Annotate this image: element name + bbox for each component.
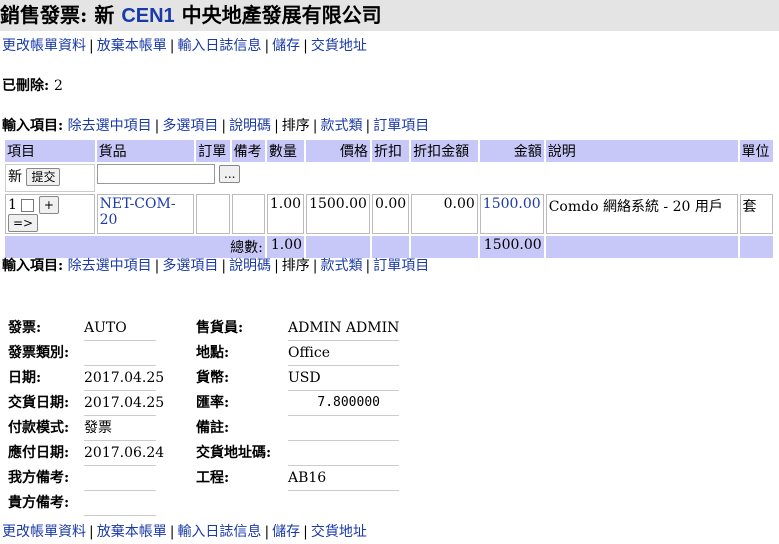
- browse-button[interactable]: ...: [219, 165, 241, 183]
- page-title: 銷售發票: 新 CEN1 中央地產發展有限公司: [0, 0, 779, 31]
- description-code-link[interactable]: 說明碼: [229, 118, 271, 134]
- col-discount: 折扣: [371, 140, 410, 162]
- discount-cell: 0.00: [371, 194, 410, 234]
- nav-discard-bill[interactable]: 放棄本帳單: [97, 38, 167, 54]
- unit-cell: 套: [739, 194, 773, 234]
- note-label: 備註:: [196, 420, 230, 436]
- nav-save[interactable]: 儲存: [272, 38, 300, 54]
- new-label: 新: [8, 169, 22, 185]
- deleted-count: 已刪除: 2: [2, 78, 63, 94]
- invoice-value: AUTO: [84, 316, 156, 341]
- style-type-link[interactable]: 款式類: [321, 258, 363, 274]
- location-label: 地點:: [196, 345, 230, 361]
- product-input[interactable]: [96, 164, 215, 184]
- product-link[interactable]: NET-COM-20: [100, 196, 176, 228]
- date-value[interactable]: 2017.04.25: [84, 366, 164, 391]
- order-items-link[interactable]: 訂單項目: [373, 118, 429, 134]
- invoice-type-value[interactable]: [84, 341, 156, 366]
- row-number: 1: [8, 197, 17, 213]
- date-label: 日期:: [8, 370, 42, 386]
- row-checkbox[interactable]: [21, 198, 35, 212]
- nav-discard-bill[interactable]: 放棄本帳單: [97, 524, 167, 540]
- sort-link[interactable]: 排序: [282, 118, 310, 134]
- col-description: 說明: [545, 140, 738, 162]
- payment-mode-value[interactable]: 發票: [84, 416, 156, 441]
- top-nav: 更改帳單資料 | 放棄本帳單 | 輸入日誌信息 | 儲存 | 交貨地址: [2, 38, 367, 54]
- expand-button[interactable]: +: [38, 196, 59, 214]
- col-remark: 備考: [231, 140, 265, 162]
- move-button[interactable]: =>: [8, 214, 39, 232]
- total-amount: 1500.00: [479, 236, 544, 258]
- salesman-label: 售貨員:: [196, 320, 244, 336]
- col-item: 項目: [5, 140, 95, 162]
- remove-selected-link[interactable]: 除去選中項目: [68, 258, 152, 274]
- our-remark-value[interactable]: [84, 466, 156, 491]
- discount-amount-cell: 0.00: [411, 194, 478, 234]
- payment-mode-label: 付款模式:: [8, 420, 70, 436]
- invoice-label: 發票:: [8, 320, 42, 336]
- salesman-value[interactable]: ADMIN ADMIN: [288, 316, 399, 341]
- delivery-date-value[interactable]: 2017.04.25: [84, 391, 164, 416]
- table-row: 1 + => NET-COM-20 1.00 1500.00 0.00 0.00…: [5, 194, 773, 234]
- input-items-bar-bottom: 輸入項目: 除去選中項目 | 多選項目 | 說明碼 | 排序 | 款式類 | 訂單項目: [2, 258, 430, 274]
- style-type-link[interactable]: 款式類: [321, 118, 363, 134]
- multi-select-link[interactable]: 多選項目: [162, 118, 218, 134]
- location-value[interactable]: Office: [288, 341, 399, 366]
- currency-label: 貨幣:: [196, 370, 230, 386]
- our-remark-label: 我方備考:: [8, 470, 70, 486]
- delivery-code-value[interactable]: [288, 441, 399, 466]
- description-code-link[interactable]: 說明碼: [229, 258, 271, 274]
- delivery-code-label: 交貨地址碼:: [196, 445, 272, 461]
- your-remark-label: 貴方備考:: [8, 495, 70, 511]
- project-value[interactable]: AB16: [288, 466, 399, 491]
- input-items-label: 輸入項目:: [2, 258, 64, 274]
- col-order: 訂單: [196, 140, 230, 162]
- note-value[interactable]: [288, 416, 399, 441]
- currency-value[interactable]: USD: [288, 366, 399, 391]
- col-price: 價格: [306, 140, 370, 162]
- amount-link[interactable]: 1500.00: [483, 196, 541, 212]
- items-table: 項目 貨品 訂單 備考 數量 價格 折扣 折扣金額 金額 說明 單位 新 提交 …: [3, 138, 775, 260]
- qty-cell: 1.00: [266, 194, 305, 234]
- order-items-link[interactable]: 訂單項目: [373, 258, 429, 274]
- nav-delivery-address[interactable]: 交貨地址: [311, 38, 367, 54]
- title-company: 中央地產發展有限公司: [181, 3, 382, 27]
- price-cell: 1500.00: [306, 194, 370, 234]
- submit-button[interactable]: 提交: [26, 168, 61, 186]
- order-cell: [196, 194, 230, 234]
- your-remark-value[interactable]: [84, 491, 156, 516]
- remark-cell: [231, 194, 265, 234]
- description-cell: Comdo 網絡系統 - 20 用戶: [545, 194, 738, 234]
- nav-edit-billing[interactable]: 更改帳單資料: [2, 524, 86, 540]
- project-label: 工程:: [196, 470, 230, 486]
- nav-log-info[interactable]: 輸入日誌信息: [177, 524, 261, 540]
- remove-selected-link[interactable]: 除去選中項目: [68, 118, 152, 134]
- col-unit: 單位: [739, 140, 773, 162]
- bottom-nav: 更改帳單資料 | 放棄本帳單 | 輸入日誌信息 | 儲存 | 交貨地址: [2, 524, 367, 540]
- due-date-value[interactable]: 2017.06.24: [84, 441, 164, 466]
- col-product: 貨品: [96, 140, 195, 162]
- invoice-type-label: 發票類別:: [8, 345, 70, 361]
- col-amount: 金額: [479, 140, 544, 162]
- nav-edit-billing[interactable]: 更改帳單資料: [2, 38, 86, 54]
- input-items-label: 輸入項目:: [2, 118, 64, 134]
- due-date-label: 應付日期:: [8, 445, 70, 461]
- sort-link[interactable]: 排序: [282, 258, 310, 274]
- title-code: CEN1: [121, 5, 175, 27]
- col-qty: 數量: [266, 140, 305, 162]
- input-items-bar-top: 輸入項目: 除去選中項目 | 多選項目 | 說明碼 | 排序 | 款式類 | 訂單項目: [2, 118, 430, 134]
- nav-delivery-address[interactable]: 交貨地址: [311, 524, 367, 540]
- col-discount-amount: 折扣金額: [411, 140, 478, 162]
- delivery-date-label: 交貨日期:: [8, 395, 70, 411]
- nav-save[interactable]: 儲存: [272, 524, 300, 540]
- table-header: 項目 貨品 訂單 備考 數量 價格 折扣 折扣金額 金額 說明 單位: [5, 140, 773, 162]
- new-item-row: 新 提交 ...: [5, 164, 773, 192]
- title-prefix: 銷售發票: 新: [0, 3, 115, 27]
- nav-log-info[interactable]: 輸入日誌信息: [177, 38, 261, 54]
- multi-select-link[interactable]: 多選項目: [162, 258, 218, 274]
- rate-value[interactable]: 7.800000: [288, 391, 399, 416]
- rate-label: 匯率:: [196, 395, 230, 411]
